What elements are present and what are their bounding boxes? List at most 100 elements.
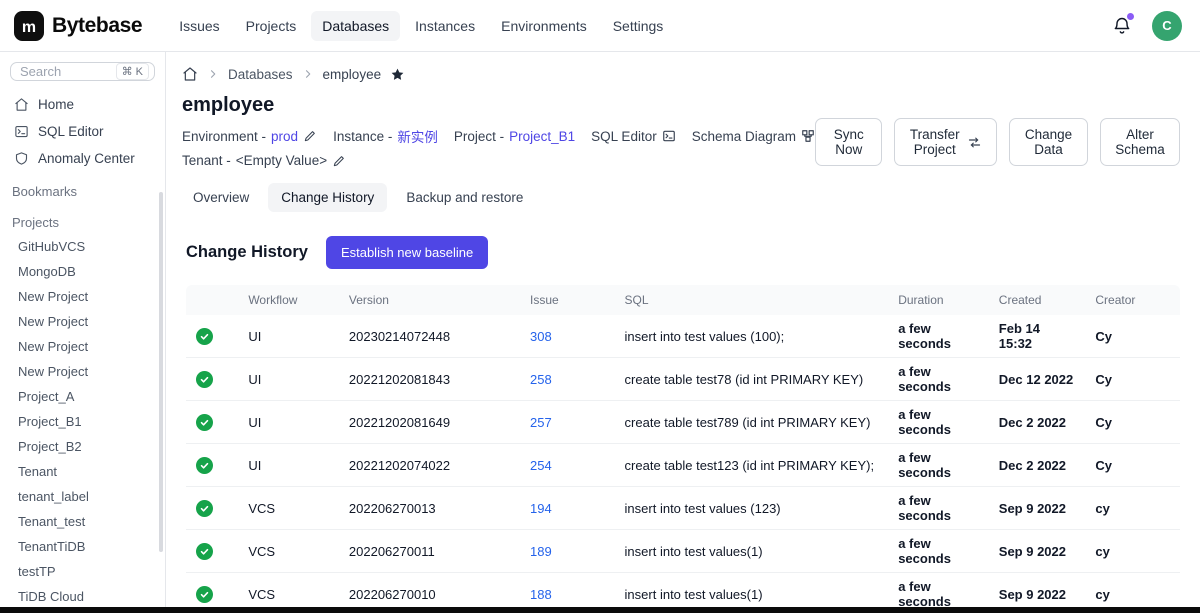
nav-item-issues[interactable]: Issues — [168, 11, 230, 41]
column-status — [186, 285, 238, 315]
issue-link[interactable]: 189 — [530, 544, 552, 559]
notifications-bell-icon[interactable] — [1112, 16, 1132, 36]
history-row[interactable]: UI20230214072448308insert into test valu… — [186, 315, 1180, 358]
search-box[interactable]: ⌘ K — [10, 62, 155, 81]
issue-link[interactable]: 257 — [530, 415, 552, 430]
version-cell: 202206270010 — [339, 573, 520, 608]
project-link[interactable]: Project_B1 — [509, 129, 575, 144]
bell-icon — [1112, 23, 1132, 40]
db-actions: Sync NowTransfer Project Change DataAlter… — [815, 118, 1180, 166]
duration-cell: a few seconds — [888, 401, 989, 444]
brand-name: Bytebase — [52, 14, 142, 38]
bookmark-star-icon[interactable] — [390, 67, 405, 82]
project-item[interactable]: Project_B2 — [0, 434, 165, 459]
bookmarks-section-label: Bookmarks — [0, 172, 165, 203]
history-row[interactable]: UI20221202081649257create table test789 … — [186, 401, 1180, 444]
tab-backup-and-restore[interactable]: Backup and restore — [393, 183, 536, 212]
chevron-right-icon — [302, 68, 314, 80]
sidebar-item-anomaly-center[interactable]: Anomaly Center — [0, 145, 165, 172]
history-row[interactable]: UI20221202074022254create table test123 … — [186, 444, 1180, 487]
search-input[interactable] — [20, 64, 112, 79]
sidebar-item-sql-editor[interactable]: SQL Editor — [0, 118, 165, 145]
project-item[interactable]: tenant_label — [0, 484, 165, 509]
edit-environment-pencil-icon[interactable] — [303, 129, 317, 143]
transfer-project-button[interactable]: Transfer Project — [894, 118, 996, 166]
nav-item-projects[interactable]: Projects — [235, 11, 308, 41]
duration-cell: a few seconds — [888, 573, 989, 608]
version-cell: 20230214072448 — [339, 315, 520, 358]
project-item[interactable]: New Project — [0, 309, 165, 334]
environment-link[interactable]: prod — [271, 129, 298, 144]
instance-link[interactable]: 新实例 — [397, 126, 438, 146]
project-item[interactable]: TenantTiDB — [0, 534, 165, 559]
tab-overview[interactable]: Overview — [180, 183, 262, 212]
schema-diagram-shortcut[interactable]: Schema Diagram — [692, 129, 815, 144]
sidebar-item-label: Home — [38, 97, 74, 112]
issue-link[interactable]: 308 — [530, 329, 552, 344]
change-data-button[interactable]: Change Data — [1009, 118, 1088, 166]
issue-cell: 194 — [520, 487, 615, 530]
project-meta: Project - Project_B1 — [454, 129, 575, 144]
project-item[interactable]: New Project — [0, 359, 165, 384]
issue-link[interactable]: 254 — [530, 458, 552, 473]
issue-link[interactable]: 258 — [530, 372, 552, 387]
history-row[interactable]: VCS202206270013194insert into test value… — [186, 487, 1180, 530]
history-row[interactable]: UI20221202081843258create table test78 (… — [186, 358, 1180, 401]
project-item[interactable]: Tenant — [0, 459, 165, 484]
issue-cell: 308 — [520, 315, 615, 358]
db-header: employee Environment - prod Instance - 新… — [180, 94, 1180, 175]
history-row[interactable]: VCS202206270010188insert into test value… — [186, 573, 1180, 608]
created-cell: Sep 9 2022 — [989, 487, 1086, 530]
breadcrumb-databases[interactable]: Databases — [228, 67, 293, 82]
issue-link[interactable]: 194 — [530, 501, 552, 516]
project-item[interactable]: Project_B1 — [0, 409, 165, 434]
edit-tenant-pencil-icon[interactable] — [332, 154, 346, 168]
success-check-icon — [196, 543, 213, 560]
anomaly-icon — [14, 151, 29, 166]
project-item[interactable]: Project_A — [0, 384, 165, 409]
project-item[interactable]: Tenant_test — [0, 509, 165, 534]
sync-now-button[interactable]: Sync Now — [815, 118, 882, 166]
issue-cell: 188 — [520, 573, 615, 608]
project-item[interactable]: GitHubVCS — [0, 234, 165, 259]
created-cell: Dec 2 2022 — [989, 401, 1086, 444]
breadcrumb-home-icon[interactable] — [182, 66, 198, 82]
duration-cell: a few seconds — [888, 444, 989, 487]
duration-cell: a few seconds — [888, 358, 989, 401]
nav-item-databases[interactable]: Databases — [311, 11, 400, 41]
column-duration: Duration — [888, 285, 989, 315]
nav-item-settings[interactable]: Settings — [602, 11, 675, 41]
history-row[interactable]: VCS202206270011189insert into test value… — [186, 530, 1180, 573]
bytebase-logo[interactable]: m Bytebase — [14, 11, 142, 41]
instance-meta: Instance - 新实例 — [333, 126, 438, 146]
sql-cell: insert into test values (123) — [615, 487, 889, 530]
project-item[interactable]: TiDB Cloud — [0, 584, 165, 607]
sidebar-item-home[interactable]: Home — [0, 91, 165, 118]
status-cell — [186, 358, 238, 401]
workflow-cell: UI — [238, 358, 339, 401]
alter-schema-button[interactable]: Alter Schema — [1100, 118, 1180, 166]
project-item[interactable]: New Project — [0, 284, 165, 309]
issue-link[interactable]: 188 — [530, 587, 552, 602]
creator-cell: cy — [1085, 573, 1180, 608]
nav-item-environments[interactable]: Environments — [490, 11, 598, 41]
column-created: Created — [989, 285, 1086, 315]
workflow-cell: VCS — [238, 573, 339, 608]
establish-baseline-button[interactable]: Establish new baseline — [326, 236, 488, 269]
created-cell: Dec 2 2022 — [989, 444, 1086, 487]
project-item[interactable]: MongoDB — [0, 259, 165, 284]
project-item[interactable]: New Project — [0, 334, 165, 359]
sidebar-item-label: Anomaly Center — [38, 151, 135, 166]
project-item[interactable]: testTP — [0, 559, 165, 584]
nav-item-instances[interactable]: Instances — [404, 11, 486, 41]
user-avatar[interactable]: C — [1152, 11, 1182, 41]
sql-editor-shortcut[interactable]: SQL Editor — [591, 129, 676, 144]
status-cell — [186, 401, 238, 444]
sidebar-item-label: SQL Editor — [38, 124, 104, 139]
created-cell: Sep 9 2022 — [989, 573, 1086, 608]
environment-label: Environment - — [182, 129, 266, 144]
sidebar-scrollbar[interactable] — [159, 192, 163, 552]
topnav: IssuesProjectsDatabasesInstancesEnvironm… — [168, 11, 1112, 41]
tab-change-history[interactable]: Change History — [268, 183, 387, 212]
workflow-cell: VCS — [238, 487, 339, 530]
